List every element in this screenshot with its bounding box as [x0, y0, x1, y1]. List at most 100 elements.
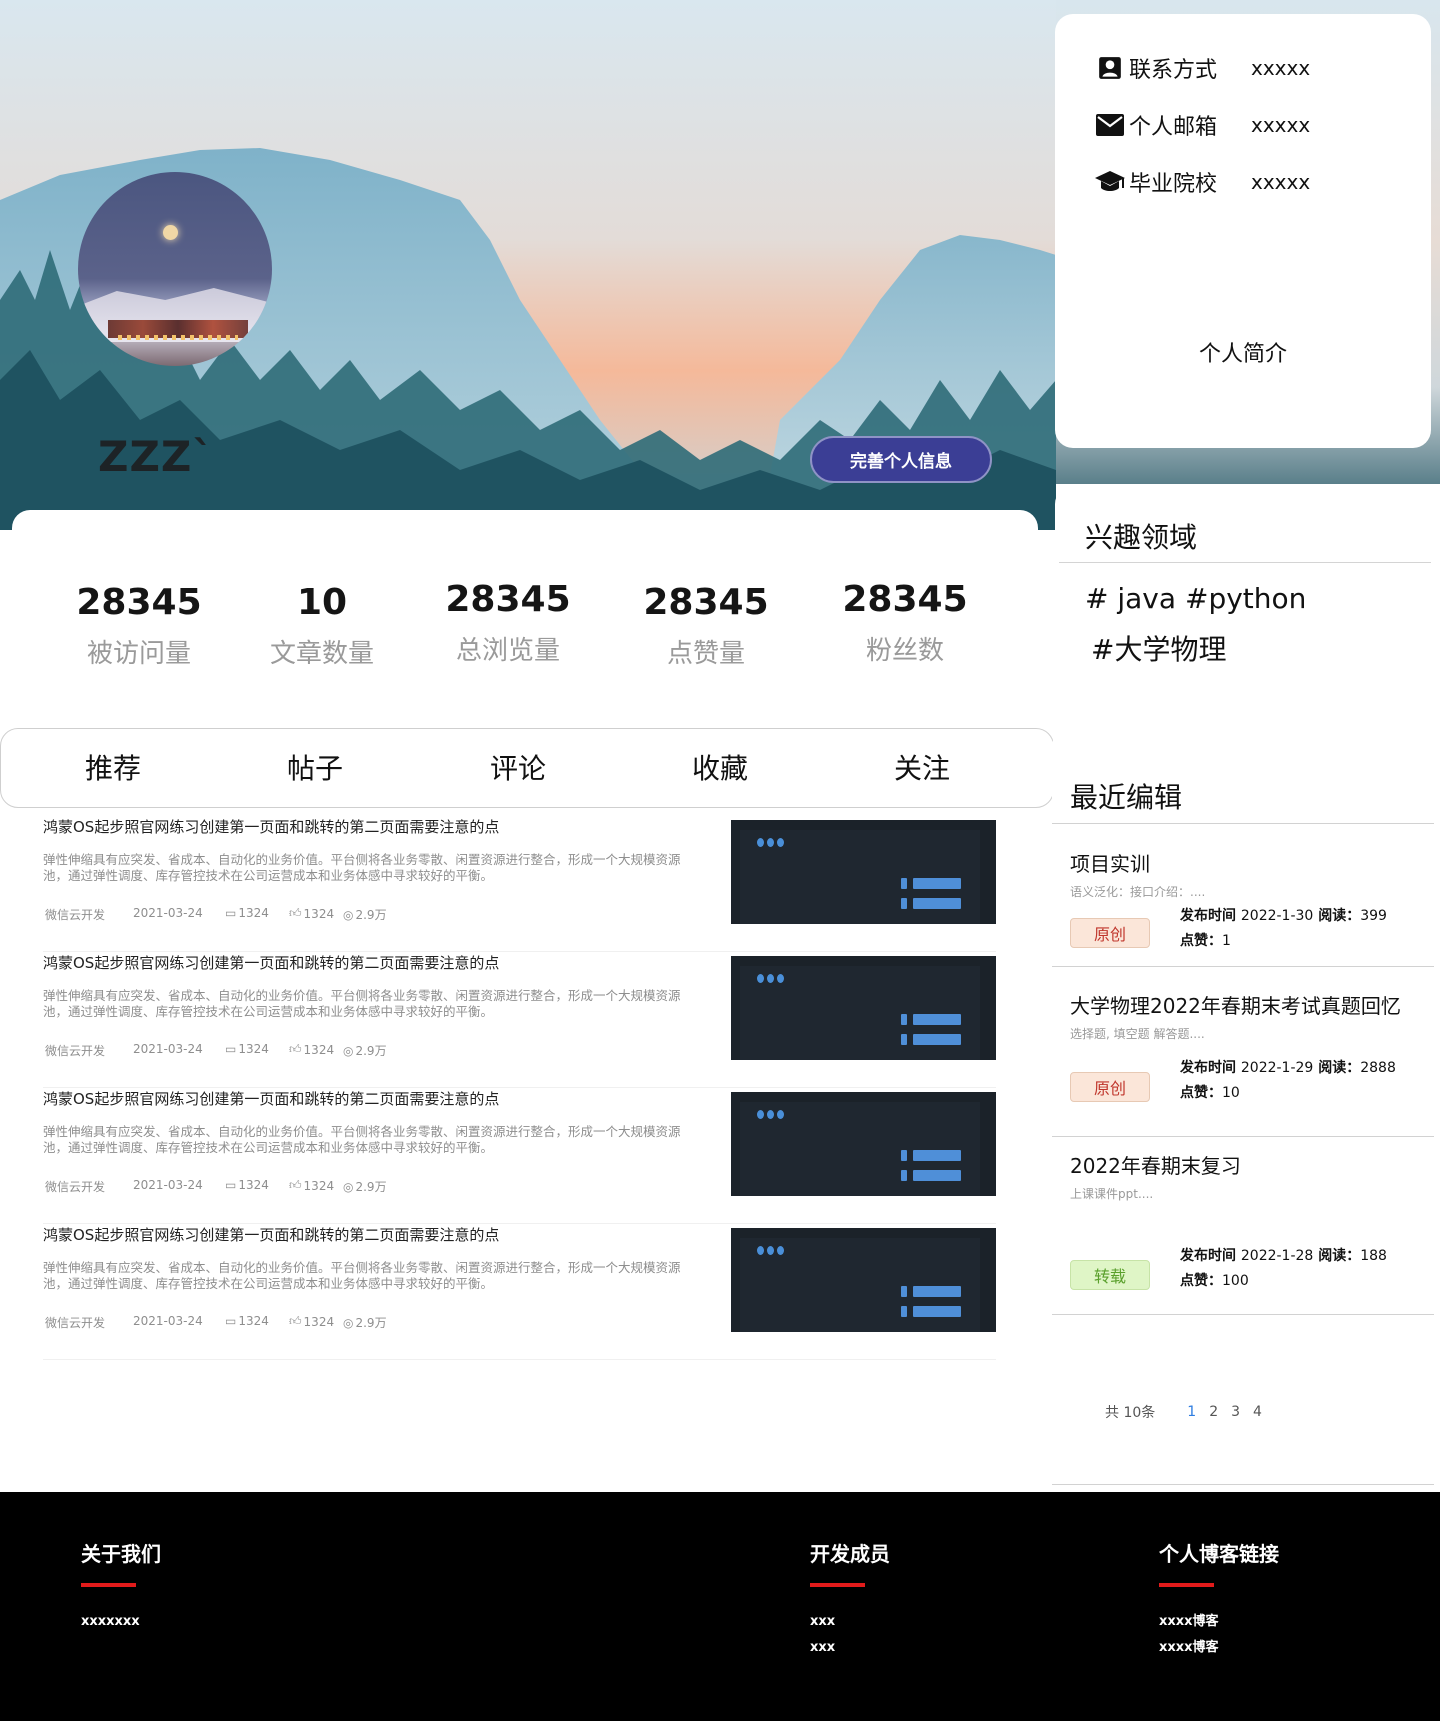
page-2-button[interactable]: 2 [1209, 1404, 1218, 1420]
stat-label: 被访问量 [86, 639, 191, 669]
dots-graphic [757, 838, 784, 847]
interest-tag[interactable]: # java [1085, 582, 1176, 615]
tab-posts[interactable]: 帖子 [287, 747, 343, 787]
article-item[interactable]: 鸿蒙OS起步照官网练习创建第一页面和跳转的第二页面需要注意的点 弹性伸缩具有应突… [43, 816, 996, 952]
article-views: ◎ 2.9万 [343, 1043, 387, 1059]
article-description: 弹性伸缩具有应突发、省成本、自动化的业务价值。平台侧将各业务零散、闲置资源进行整… [43, 1124, 681, 1155]
article-views: ◎ 2.9万 [343, 1315, 387, 1331]
mail-icon [1095, 110, 1125, 140]
footer-title: 个人博客链接 [1159, 1542, 1279, 1566]
recent-edits-panel: 最近编辑 项目实训 语义泛化：接口介绍：.... 原创 发布时间 2022-1-… [1052, 728, 1434, 1488]
thumbs-up-icon: 👍︎ [289, 906, 302, 920]
footer-link[interactable]: xxxxxxx [81, 1609, 161, 1635]
article-title[interactable]: 鸿蒙OS起步照官网练习创建第一页面和跳转的第二页面需要注意的点 [43, 816, 499, 837]
article-title[interactable]: 鸿蒙OS起步照官网练习创建第一页面和跳转的第二页面需要注意的点 [43, 1224, 499, 1245]
footer-title: 开发成员 [810, 1542, 890, 1566]
town-lights-graphic [118, 335, 238, 340]
article-thumbnail[interactable] [731, 1228, 996, 1332]
recent-item[interactable]: 大学物理2022年春期末考试真题回忆 选择题, 填空题 解答题.... 原创 发… [1070, 990, 1430, 1130]
page-1-button[interactable]: 1 [1187, 1404, 1196, 1420]
article-thumbnail[interactable] [731, 956, 996, 1060]
article-item[interactable]: 鸿蒙OS起步照官网练习创建第一页面和跳转的第二页面需要注意的点 弹性伸缩具有应突… [43, 1088, 996, 1224]
recent-item-meta: 发布时间 2022-1-28 阅读：188 点赞：100 [1180, 1248, 1387, 1289]
contact-value: xxxxx [1251, 56, 1311, 80]
stat-likes: 28345 点赞量 [631, 582, 781, 669]
dots-graphic [757, 1110, 784, 1119]
divider [1052, 1314, 1434, 1315]
article-likes: 👍︎ 1324 [289, 1042, 335, 1057]
article-date: 2021-03-24 [133, 1042, 203, 1056]
moon-graphic [163, 225, 178, 240]
footer-link[interactable]: xxx [810, 1609, 890, 1635]
stats-card: 28345 被访问量 10 文章数量 28345 总浏览量 28345 点赞量 … [12, 510, 1038, 708]
page-4-button[interactable]: 4 [1253, 1404, 1262, 1420]
article-title[interactable]: 鸿蒙OS起步照官网练习创建第一页面和跳转的第二页面需要注意的点 [43, 952, 499, 973]
article-thumbnail[interactable] [731, 1092, 996, 1196]
recent-item-title[interactable]: 2022年春期末复习 [1070, 1150, 1430, 1179]
article-likes: 👍︎ 1324 [289, 906, 335, 921]
stat-articles: 10 文章数量 [247, 582, 397, 668]
pagination-total: 共 10条 [1105, 1405, 1156, 1421]
stat-visits: 28345 被访问量 [64, 585, 214, 669]
stat-label: 点赞量 [666, 639, 745, 669]
recent-item-summary: 语义泛化：接口介绍：.... [1070, 885, 1206, 899]
recent-edits-title: 最近编辑 [1070, 781, 1183, 814]
graduation-cap-icon [1095, 167, 1125, 197]
tab-recommend[interactable]: 推荐 [85, 747, 141, 787]
article-comments: ▭ 1324 [225, 1042, 269, 1056]
stat-fans: 28345 粉丝数 [830, 579, 980, 665]
recent-item[interactable]: 2022年春期末复习 上课课件ppt.... 转载 发布时间 2022-1-28… [1070, 1150, 1430, 1300]
thumbs-up-icon: 👍︎ [289, 1314, 302, 1328]
dots-graphic [757, 1246, 784, 1255]
stat-label: 总浏览量 [455, 636, 560, 666]
stat-value: 28345 [842, 579, 968, 620]
article-item[interactable]: 鸿蒙OS起步照官网练习创建第一页面和跳转的第二页面需要注意的点 弹性伸缩具有应突… [43, 1224, 996, 1360]
footer-about: 关于我们 xxxxxxx [81, 1538, 161, 1635]
recent-item-title[interactable]: 大学物理2022年春期末考试真题回忆 [1070, 990, 1430, 1019]
article-thumbnail[interactable] [731, 820, 996, 924]
tab-following[interactable]: 关注 [894, 747, 950, 787]
page-3-button[interactable]: 3 [1231, 1404, 1240, 1420]
article-views: ◎ 2.9万 [343, 907, 387, 923]
eye-icon: ◎ [343, 1043, 354, 1058]
article-title[interactable]: 鸿蒙OS起步照官网练习创建第一页面和跳转的第二页面需要注意的点 [43, 1088, 499, 1109]
divider [1052, 823, 1434, 824]
complete-profile-button[interactable]: 完善个人信息 [810, 436, 992, 483]
article-comments: ▭ 1324 [225, 906, 269, 920]
stat-value: 10 [296, 582, 348, 623]
tab-comments[interactable]: 评论 [490, 747, 546, 787]
tab-favorites[interactable]: 收藏 [692, 747, 748, 787]
contact-row-email: 个人邮箱 xxxxx [1095, 109, 1310, 141]
stat-total-views: 28345 总浏览量 [433, 579, 583, 666]
footer-link[interactable]: xxxx博客 [1159, 1635, 1279, 1661]
divider [1059, 562, 1431, 563]
contact-label: 个人邮箱 [1129, 115, 1218, 140]
article-item[interactable]: 鸿蒙OS起步照官网练习创建第一页面和跳转的第二页面需要注意的点 弹性伸缩具有应突… [43, 952, 996, 1088]
original-badge: 原创 [1070, 918, 1150, 948]
repost-badge: 转载 [1070, 1260, 1150, 1290]
interests-title: 兴趣领域 [1085, 521, 1198, 554]
interest-tag[interactable]: #python [1185, 582, 1306, 615]
footer-accent-bar [81, 1583, 136, 1587]
stat-value: 28345 [445, 579, 571, 620]
footer-blog-links: 个人博客链接 xxxx博客 xxxx博客 [1159, 1538, 1279, 1661]
recent-item-title[interactable]: 项目实训 [1070, 848, 1430, 877]
bio-label: 个人简介 [1198, 342, 1287, 367]
footer-title: 关于我们 [81, 1542, 161, 1566]
contact-card-icon [1095, 53, 1125, 83]
username: ZZZ` [98, 432, 215, 481]
article-source: 微信云开发 [45, 1180, 106, 1194]
recent-item[interactable]: 项目实训 语义泛化：接口介绍：.... 原创 发布时间 2022-1-30 阅读… [1070, 848, 1430, 958]
footer-link[interactable]: xxx [810, 1635, 890, 1661]
profile-page: ZZZ` 完善个人信息 28345 被访问量 10 文章数量 28345 总浏览… [0, 0, 1440, 1721]
pagination: 共 10条 1 2 3 4 [1105, 1402, 1275, 1422]
divider [1052, 1136, 1434, 1137]
footer-link[interactable]: xxxx博客 [1159, 1609, 1279, 1635]
interest-tag[interactable]: #大学物理 [1091, 628, 1226, 668]
divider [1052, 1484, 1434, 1485]
stat-value: 28345 [643, 582, 769, 623]
article-description: 弹性伸缩具有应突发、省成本、自动化的业务价值。平台侧将各业务零散、闲置资源进行整… [43, 852, 681, 883]
article-likes: 👍︎ 1324 [289, 1314, 335, 1329]
avatar[interactable] [78, 172, 272, 366]
divider [1052, 966, 1434, 967]
